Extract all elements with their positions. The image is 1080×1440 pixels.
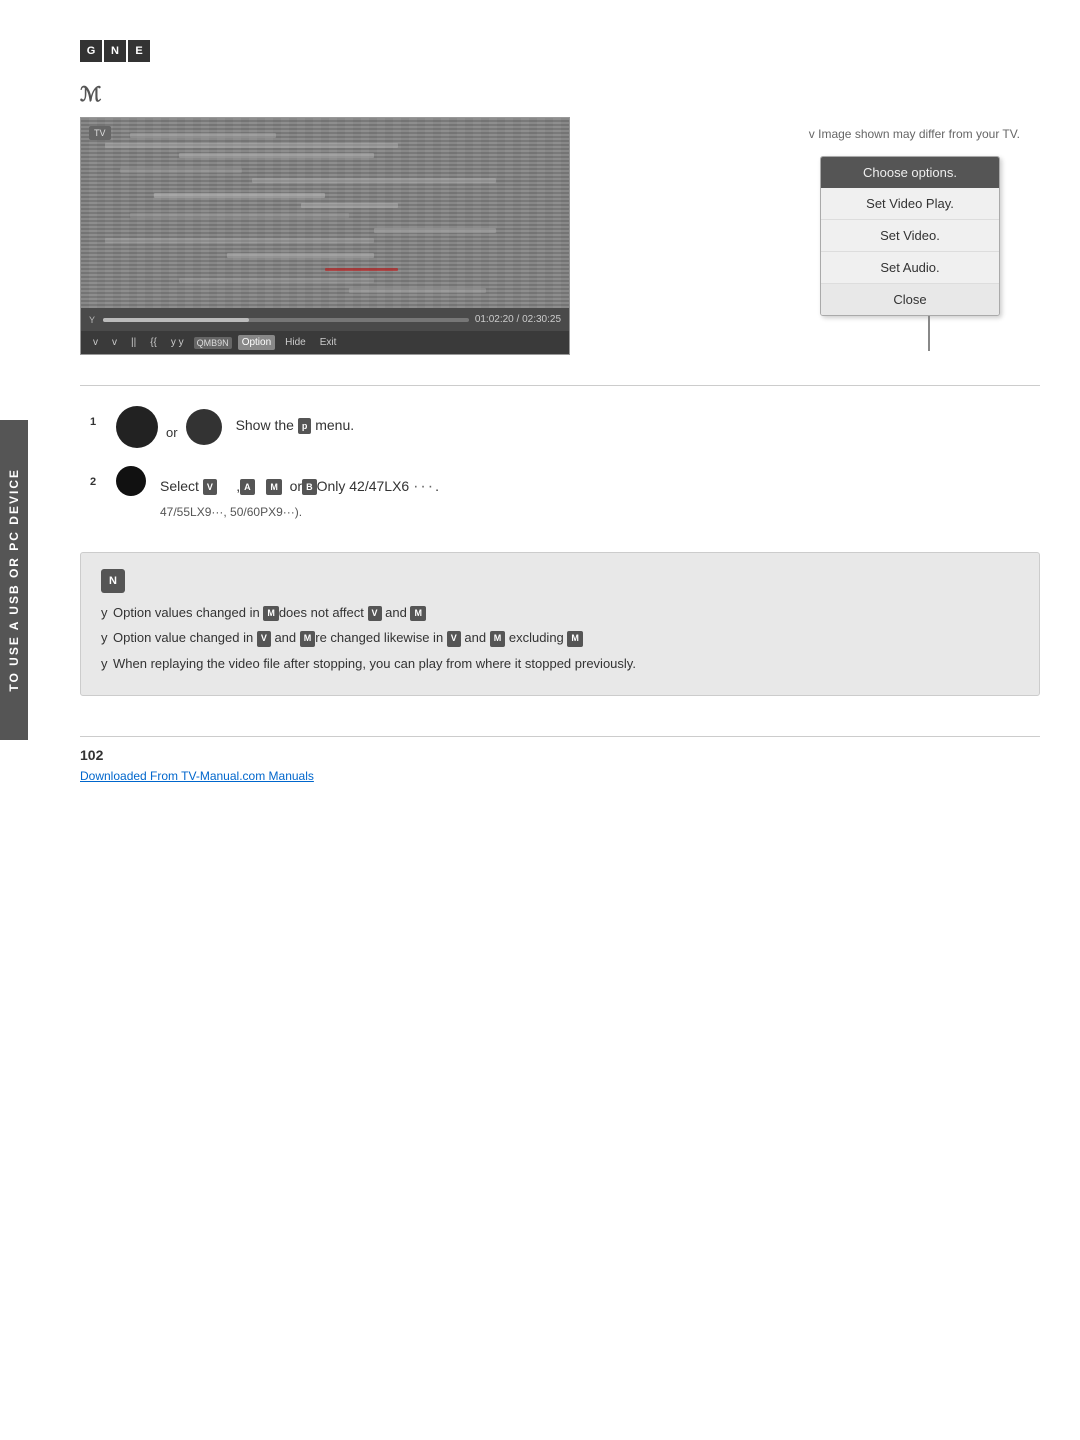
tv-button-row: v v || {{ y y QMB9N Option Hide Exit [81, 331, 569, 354]
nb-icon-m4: M [490, 631, 506, 647]
side-tab: TO USE A USB OR PC DEVICE [0, 420, 28, 740]
circle-button-2[interactable] [116, 466, 146, 496]
menu-connector [928, 316, 930, 351]
footer: 102 Downloaded From TV-Manual.com Manual… [80, 736, 1040, 783]
context-menu: Choose options. Set Video Play. Set Vide… [820, 156, 1000, 316]
nb-icon-m2: M [410, 606, 426, 622]
progress-fill [103, 318, 249, 322]
option-icon-2a: V [203, 479, 217, 495]
tv-screenshot: TV Y 01:02:20 / 02:30:25 v v || {{ y y Q… [80, 117, 570, 355]
menu-item-close[interactable]: Close [821, 284, 999, 315]
logo-box: G N E [80, 40, 150, 62]
option-icon-1: p [298, 418, 312, 434]
ctrl-v1[interactable]: v [89, 335, 102, 350]
step-2-row: 2 Select V ,A M orBOnly 42/47LX6 ···. 47… [90, 466, 1040, 522]
dots-indicator: ··· [413, 478, 435, 495]
ctrl-v2[interactable]: v [108, 335, 121, 350]
option-icon-2b: A [240, 479, 255, 495]
menu-item-set-video[interactable]: Set Video. [821, 220, 999, 252]
note-box: N Option values changed in Mdoes not aff… [80, 552, 1040, 697]
ctrl-rewind[interactable]: {{ [146, 335, 161, 350]
section-divider [80, 385, 1040, 386]
menu-item-set-audio[interactable]: Set Audio. [821, 252, 999, 284]
step-1-row: 1 or Show the p menu. [90, 406, 1040, 448]
option-icon-2c: M [266, 479, 282, 495]
channel-badge: QMB9N [194, 337, 232, 349]
tv-channel-badge: TV [89, 126, 111, 140]
steps-section: 1 or Show the p menu. 2 Select V ,A M or… [80, 406, 1040, 522]
tv-screen: TV [81, 118, 569, 308]
step-1-circles: or [116, 406, 222, 448]
step-2-number: 2 [90, 476, 102, 488]
context-menu-header: Choose options. [821, 157, 999, 188]
step-1-text: Show the p menu. [236, 406, 1040, 436]
logo-char-3: E [128, 40, 150, 62]
logo-area: G N E [80, 40, 1040, 62]
step-2-circles [116, 466, 146, 496]
note-icon-row: N [101, 569, 1019, 593]
note-bullet-2: Option value changed in V and Mre change… [101, 628, 1019, 648]
nb-icon-m3: M [300, 631, 316, 647]
ctrl-pause[interactable]: || [127, 335, 140, 350]
circle-button-1a[interactable] [116, 406, 158, 448]
logo-char-1: G [80, 40, 102, 62]
nb-icon-v2: V [257, 631, 271, 647]
section-icon: ℳ [80, 82, 1040, 107]
menu-item-set-video-play[interactable]: Set Video Play. [821, 188, 999, 220]
or-label: or [166, 415, 178, 440]
ctrl-yy[interactable]: y y [167, 335, 188, 350]
circle-button-1b[interactable] [186, 409, 222, 445]
top-section: TV Y 01:02:20 / 02:30:25 v v || {{ y y Q… [80, 117, 1040, 355]
note-bullet-3: When replaying the video file after stop… [101, 654, 1019, 674]
image-note: v Image shown may differ from your TV. [600, 127, 1040, 141]
logo-char-2: N [104, 40, 126, 62]
nb-icon-v3: V [447, 631, 461, 647]
tv-controls: Y 01:02:20 / 02:30:25 [81, 308, 569, 331]
ctrl-option[interactable]: Option [238, 335, 275, 350]
right-info: v Image shown may differ from your TV. C… [600, 117, 1040, 351]
side-tab-text: TO USE A USB OR PC DEVICE [7, 468, 21, 692]
step-2-sub-text: 47/55LX9···, 50/60PX9···). [160, 505, 302, 519]
page-number: 102 [80, 747, 1040, 763]
step-2-text: Select V ,A M orBOnly 42/47LX6 ···. 47/5… [160, 466, 1040, 522]
progress-bar-area: 01:02:20 / 02:30:25 [103, 314, 561, 325]
time-display: 01:02:20 / 02:30:25 [475, 314, 561, 325]
progress-track [103, 318, 469, 322]
nb-icon-m5: M [567, 631, 583, 647]
option-icon-2d: B [302, 479, 317, 495]
tv-row-label: Y [89, 315, 95, 325]
nb-icon-v1: V [368, 606, 382, 622]
note-icon: N [101, 569, 125, 593]
nb-icon-m1: M [263, 606, 279, 622]
footer-link[interactable]: Downloaded From TV-Manual.com Manuals [80, 769, 314, 783]
note-bullet-1: Option values changed in Mdoes not affec… [101, 603, 1019, 623]
ctrl-hide[interactable]: Hide [281, 335, 310, 350]
step-1-number: 1 [90, 416, 102, 428]
ctrl-exit[interactable]: Exit [316, 335, 341, 350]
